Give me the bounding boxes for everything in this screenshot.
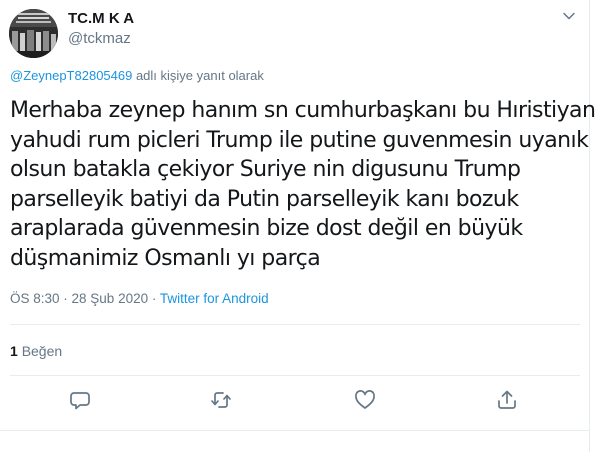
tweet-date[interactable]: 28 Şub 2020 [72, 291, 149, 306]
tweet-text-line: araplarada güvenmesin bize dost değil en… [10, 216, 523, 241]
tweet-metadata: ÖS 8:30 · 28 Şub 2020 · Twitter for Andr… [10, 291, 269, 306]
likes-count: 1 [10, 343, 18, 359]
tweet-text-line: düşmanimiz Osmanlı yı parça [10, 245, 321, 271]
chevron-down-icon[interactable] [562, 9, 576, 23]
like-icon[interactable] [354, 389, 376, 411]
reply-context-suffix: adlı kişiye yanıt olarak [132, 68, 264, 83]
tweet-text-line: parselleyik batiyi da Putin parselleyik … [10, 186, 519, 212]
avatar-image [9, 9, 58, 58]
tweet-text-line: Merhaba zeynep hanım sn cumhurbaşkanı bu… [10, 98, 596, 123]
tweet-text-line: yahudi rum picleri Trump ile putine guve… [10, 127, 589, 153]
retweet-icon[interactable] [210, 389, 232, 411]
bottom-border [0, 430, 590, 431]
reply-context: @ZeynepT82805469 adlı kişiye yanıt olara… [10, 68, 264, 83]
meta-separator: · [148, 291, 160, 306]
likes-stat[interactable]: 1 Beğen [10, 343, 62, 359]
reply-icon[interactable] [69, 389, 91, 411]
likes-label: Beğen [21, 343, 63, 359]
tweet-time[interactable]: ÖS 8:30 [10, 291, 60, 306]
reply-mention-link[interactable]: @ZeynepT82805469 [10, 68, 132, 83]
right-border [589, 0, 590, 452]
divider [10, 375, 580, 376]
user-handle[interactable]: @tckmaz [68, 30, 131, 47]
tweet-text: Merhaba zeynep hanım sn cumhurbaşkanı bu… [10, 96, 596, 273]
tweet-text-line: olsun batakla çekiyor Suriye nin digusun… [10, 157, 521, 182]
divider [10, 324, 580, 325]
share-icon[interactable] [496, 389, 518, 411]
meta-separator: · [59, 291, 72, 306]
avatar[interactable] [9, 9, 58, 58]
display-name[interactable]: TC.M K A [68, 10, 134, 27]
tweet-source-link[interactable]: Twitter for Android [160, 291, 269, 306]
